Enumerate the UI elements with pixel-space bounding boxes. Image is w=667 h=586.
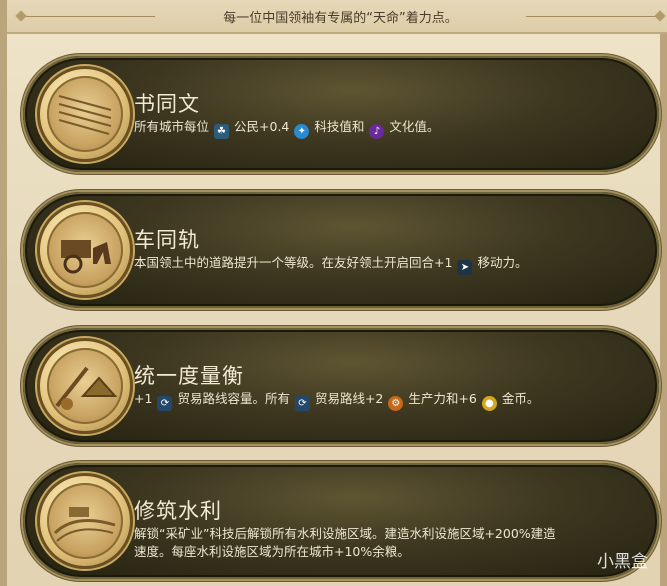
card-title: 统一度量衡 bbox=[134, 364, 244, 388]
card-description: 所有城市每位 ☘ 公民+0.4 ✦ 科技值和 ♪ 文化值。 bbox=[134, 118, 624, 139]
trade-route-icon: ⟳ bbox=[157, 396, 173, 411]
movement-icon: ➤ bbox=[457, 260, 473, 275]
desc-text: +1 bbox=[134, 391, 153, 406]
desc-line: 解锁“采矿业”科技后解锁所有水利设施区域。建造水利设施区域+200%建造 bbox=[134, 526, 556, 541]
trade-route-icon: ⟳ bbox=[294, 396, 310, 411]
science-icon: ✦ bbox=[294, 124, 310, 139]
card-description: 解锁“采矿业”科技后解锁所有水利设施区域。建造水利设施区域+200%建造 速度。… bbox=[134, 525, 624, 561]
bamboo-scroll-icon bbox=[47, 76, 123, 152]
ability-card-waterworks[interactable]: 修筑水利 解锁“采矿业”科技后解锁所有水利设施区域。建造水利设施区域+200%建… bbox=[23, 463, 659, 579]
desc-text: 移动力。 bbox=[477, 255, 528, 270]
culture-icon: ♪ bbox=[369, 124, 385, 139]
desc-text: 科技值和 bbox=[314, 119, 365, 134]
medal-frame bbox=[37, 66, 133, 162]
medal-frame bbox=[37, 473, 133, 569]
card-title: 书同文 bbox=[134, 92, 200, 116]
card-description: +1 ⟳ 贸易路线容量。所有 ⟳ 贸易路线+2 ⚙ 生产力和+6 ● 金币。 bbox=[134, 390, 624, 411]
card-title: 修筑水利 bbox=[134, 499, 222, 523]
ability-card-roads[interactable]: 车同轨 本国领土中的道路提升一个等级。在友好领土开启回合+1 ➤ 移动力。 bbox=[23, 192, 659, 308]
desc-text: 文化值。 bbox=[389, 119, 440, 134]
measuring-tools-icon bbox=[47, 348, 123, 424]
desc-text: 贸易路线容量。所有 bbox=[177, 391, 290, 406]
medal-frame bbox=[37, 202, 133, 298]
watermark-text: 小黑盒 bbox=[597, 552, 648, 572]
ability-card-writing[interactable]: 书同文 所有城市每位 ☘ 公民+0.4 ✦ 科技值和 ♪ 文化值。 bbox=[23, 56, 659, 172]
cart-icon bbox=[47, 212, 123, 288]
citizen-icon: ☘ bbox=[214, 124, 230, 139]
panel-frame: 每一位中国领袖有专属的“天命”着力点。 书同文 所有城市每位 ☘ 公民+0.4 ✦ 科技… bbox=[0, 0, 667, 586]
header-divider-right bbox=[526, 16, 656, 17]
desc-text: 生产力和+6 bbox=[408, 391, 477, 406]
desc-text: 金币。 bbox=[501, 391, 540, 406]
card-title: 车同轨 bbox=[134, 228, 200, 252]
card-description: 本国领土中的道路提升一个等级。在友好领土开启回合+1 ➤ 移动力。 bbox=[134, 254, 624, 275]
desc-text: 贸易路线+2 bbox=[314, 391, 384, 406]
gold-icon: ● bbox=[481, 396, 497, 411]
desc-line: 速度。每座水利设施区域为所在城市+10%余粮。 bbox=[134, 544, 410, 559]
desc-text: 公民+0.4 bbox=[234, 119, 290, 134]
ability-card-measures[interactable]: 统一度量衡 +1 ⟳ 贸易路线容量。所有 ⟳ 贸易路线+2 ⚙ 生产力和+6 ● 金币。 bbox=[23, 328, 659, 444]
desc-text: 本国领土中的道路提升一个等级。在友好领土开启回合+1 bbox=[134, 255, 453, 270]
medal-frame bbox=[37, 338, 133, 434]
waterworks-icon bbox=[47, 483, 123, 559]
desc-text: 所有城市每位 bbox=[134, 119, 210, 134]
production-icon: ⚙ bbox=[388, 396, 404, 411]
header-bar: 每一位中国领袖有专属的“天命”着力点。 bbox=[7, 0, 667, 34]
